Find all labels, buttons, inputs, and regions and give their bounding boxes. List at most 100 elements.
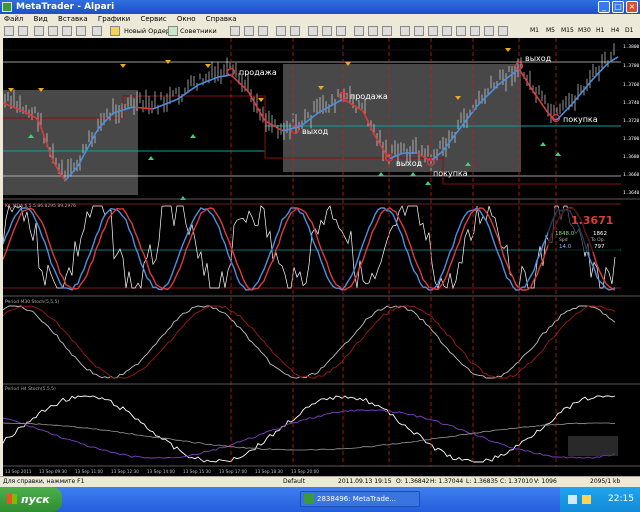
- menu-tools[interactable]: Сервис: [136, 14, 170, 24]
- status-close: C: 1.37010: [500, 478, 533, 485]
- navigator-icon[interactable]: [48, 26, 58, 36]
- system-tray: 22:15: [560, 487, 640, 512]
- bar-chart-icon[interactable]: [230, 26, 240, 36]
- taskbar-app-button[interactable]: 2838496: MetaTrade...: [300, 491, 420, 507]
- app-icon: [2, 2, 12, 12]
- tray-network-icon[interactable]: [568, 495, 577, 504]
- menu-insert[interactable]: Вставка: [54, 14, 92, 24]
- time-label: 13 Sep 2011: [5, 469, 32, 474]
- watermark-box: [568, 436, 618, 456]
- chart-shift-icon[interactable]: [336, 26, 346, 36]
- chart-area[interactable]: продажа продажа выход выход выход покупк…: [3, 38, 640, 476]
- info-value: 14.0: [559, 244, 572, 250]
- status-bar: Для справки, нажмите F1 Default 2011.09.…: [0, 476, 640, 487]
- status-low: L: 1.36835: [466, 478, 499, 485]
- crosshair-icon[interactable]: [414, 26, 424, 36]
- status-connection: 2095/1 kb: [590, 478, 621, 485]
- moving-average-segment: [113, 111, 118, 114]
- price-label: 1.3720: [623, 118, 640, 124]
- time-label: 13 Sep 11:00: [75, 469, 103, 474]
- info-value: 797: [594, 244, 605, 250]
- moving-average-segment: [14, 107, 19, 110]
- experts-button[interactable]: Советники: [180, 26, 217, 36]
- timeframe-m1[interactable]: M1: [530, 26, 539, 36]
- annotation-buy-1: покупка: [433, 169, 468, 178]
- autoscroll-icon[interactable]: [322, 26, 332, 36]
- terminal-icon[interactable]: [62, 26, 72, 36]
- timeframe-m15[interactable]: M15: [561, 26, 574, 36]
- templates-icon[interactable]: [382, 26, 392, 36]
- line-chart-icon[interactable]: [258, 26, 268, 36]
- window-title: MetaTrader - Alpari: [16, 2, 115, 12]
- time-label: 13 Sep 15:30: [183, 469, 211, 474]
- moving-average-segment: [122, 108, 127, 111]
- timeframe-m30[interactable]: M30: [578, 26, 591, 36]
- horizontal-line-icon[interactable]: [442, 26, 452, 36]
- start-button[interactable]: пуск: [0, 487, 62, 512]
- zoom-in-icon[interactable]: [276, 26, 286, 36]
- maximize-button[interactable]: □: [612, 1, 624, 13]
- moving-average-segment: [170, 99, 175, 103]
- info-value: 1848.0: [555, 231, 575, 237]
- indicators-icon[interactable]: [354, 26, 364, 36]
- channel-icon[interactable]: [470, 26, 480, 36]
- history-icon[interactable]: [92, 26, 102, 36]
- annotation-exit-1: выход: [302, 127, 329, 136]
- time-axis: 13 Sep 2011 13 Sep 09:30 13 Sep 11:00 13…: [5, 469, 319, 474]
- moving-average-segment: [167, 101, 172, 104]
- vertical-line-icon[interactable]: [428, 26, 438, 36]
- timeframe-d1[interactable]: D1: [625, 26, 633, 36]
- price-label: 1.3760: [623, 82, 640, 88]
- profiles-icon[interactable]: [18, 26, 28, 36]
- timeframe-h4[interactable]: H4: [611, 26, 619, 36]
- fibonacci-icon[interactable]: [484, 26, 494, 36]
- text-icon[interactable]: [498, 26, 508, 36]
- moving-average-segment: [287, 128, 292, 131]
- moving-average-segment: [158, 104, 163, 108]
- moving-average-segment: [116, 110, 121, 113]
- menu-window[interactable]: Окно: [173, 14, 200, 24]
- close-button[interactable]: ×: [626, 1, 638, 13]
- menu-view[interactable]: Вид: [30, 14, 52, 24]
- periods-icon[interactable]: [368, 26, 378, 36]
- moving-average-segment: [206, 79, 211, 83]
- menu-help[interactable]: Справка: [202, 14, 241, 24]
- moving-average-segment: [119, 109, 124, 112]
- minimize-button[interactable]: _: [598, 1, 610, 13]
- market-watch-icon[interactable]: [34, 26, 44, 36]
- cursor-icon[interactable]: [400, 26, 410, 36]
- price-label: 1.3740: [623, 100, 640, 106]
- tester-icon[interactable]: [76, 26, 86, 36]
- moving-average-segment: [554, 118, 559, 121]
- time-label: 13 Sep 20:00: [291, 469, 319, 474]
- moving-average-segment: [209, 78, 214, 81]
- zoom-out-icon[interactable]: [290, 26, 300, 36]
- new-order-icon: [110, 26, 120, 36]
- moving-average-segment: [161, 103, 166, 107]
- time-label: 13 Sep 12:30: [111, 469, 139, 474]
- start-label: пуск: [21, 493, 50, 506]
- candle-chart-icon[interactable]: [244, 26, 254, 36]
- annotation-exit-2: выход: [396, 159, 423, 168]
- price-label: 1.3700: [623, 136, 640, 142]
- moving-average-segment: [173, 98, 178, 102]
- tray-volume-icon[interactable]: [582, 495, 591, 504]
- moving-average-segment: [212, 77, 217, 80]
- new-chart-icon[interactable]: [4, 26, 14, 36]
- annotation-exit-3: выход: [525, 54, 552, 63]
- status-high: H: 1.37044: [430, 478, 464, 485]
- menu-charts[interactable]: Графики: [94, 14, 134, 24]
- menu-file[interactable]: Файл: [0, 14, 27, 24]
- moving-average-segment: [128, 106, 133, 109]
- moving-average-segment: [296, 125, 301, 128]
- tile-icon[interactable]: [308, 26, 318, 36]
- windows-logo-icon: [7, 494, 17, 504]
- tray-clock: 22:15: [608, 494, 634, 504]
- timeframe-m5[interactable]: M5: [546, 26, 555, 36]
- trendline-icon[interactable]: [456, 26, 466, 36]
- timeframe-h1[interactable]: H1: [596, 26, 604, 36]
- annotation-buy-2: покупка: [563, 115, 598, 124]
- moving-average-segment: [197, 83, 202, 86]
- new-order-button[interactable]: Новый Ордер: [124, 26, 170, 36]
- time-label: 13 Sep 17:00: [219, 469, 247, 474]
